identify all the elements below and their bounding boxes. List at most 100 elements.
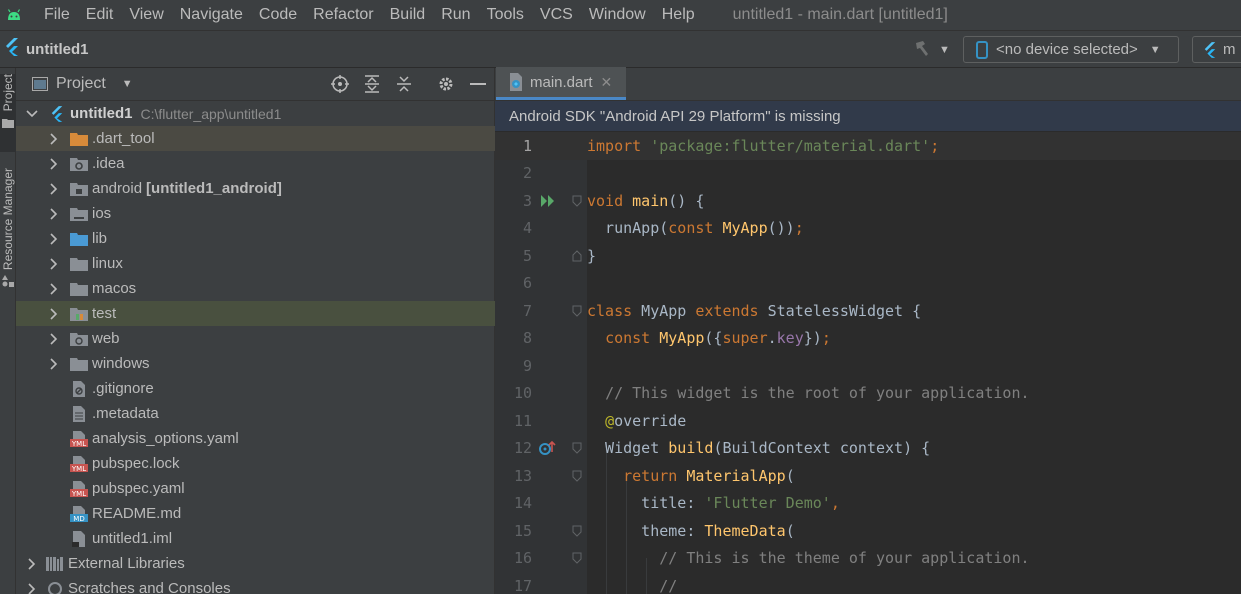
tree-item-metadata[interactable]: .metadata [16,401,495,426]
chevron-right-icon[interactable] [46,356,62,372]
code-line: 8 const MyApp({super.key}); [495,325,1241,353]
menu-code[interactable]: Code [259,6,297,24]
yaml-file-icon: YML [70,430,88,447]
device-select[interactable]: <no device selected> ▼ [963,36,1179,63]
chevron-down-icon[interactable] [24,106,40,122]
chevron-right-icon[interactable] [46,306,62,322]
line-number: 13 [513,466,532,485]
menu-tools[interactable]: Tools [487,6,524,24]
code-area[interactable]: 1 import 'package:flutter/material.dart'… [495,132,1241,594]
collapse-all-icon[interactable] [394,74,414,94]
menu-run[interactable]: Run [441,6,470,24]
tab-label: main.dart [530,73,593,91]
target-icon[interactable] [330,74,350,94]
code-line: 14 title: 'Flutter Demo', [495,490,1241,518]
code-text: theme: ThemeData( [587,521,795,540]
folder-web-icon [70,331,88,347]
tree-item-label: web [92,330,120,347]
menu-file[interactable]: File [44,6,70,24]
close-icon[interactable]: ✕ [601,74,613,91]
tab-project[interactable]: Project [0,74,16,152]
tree-root[interactable]: untitled1 C:\flutter_app\untitled1 [16,101,495,126]
tree-item-iml[interactable]: untitled1.iml [16,526,495,551]
fold-marker-icon[interactable] [571,469,583,483]
tree-item-linux[interactable]: linux [16,251,495,276]
chevron-right-icon[interactable] [46,231,62,247]
menu-window[interactable]: Window [589,6,646,24]
chevron-right-icon[interactable] [46,206,62,222]
scratches-icon [46,581,64,594]
tree-item-test[interactable]: test [16,301,495,326]
folder-icon [70,281,88,297]
tree-item-label: .dart_tool [92,130,155,147]
folder-test-icon [70,306,88,322]
menu-vcs[interactable]: VCS [540,6,573,24]
tree-item-idea[interactable]: .idea [16,151,495,176]
tree-item-ios[interactable]: ios [16,201,495,226]
menu-bar: File Edit View Navigate Code Refactor Bu… [0,0,1241,30]
tree-item-pubspec-yaml[interactable]: YML pubspec.yaml [16,476,495,501]
android-icon [0,0,28,30]
chevron-right-icon[interactable] [24,556,40,572]
tree-item-macos[interactable]: macos [16,276,495,301]
tree-item-readme[interactable]: MD README.md [16,501,495,526]
chevron-down-icon[interactable]: ▼ [122,78,133,90]
fold-marker-icon[interactable] [571,249,583,263]
line-number: 17 [513,576,532,594]
chevron-right-icon[interactable] [46,181,62,197]
tab-resource-manager[interactable]: Resource Manager [0,168,16,291]
tree-item-external-libraries[interactable]: External Libraries [16,551,495,576]
chevron-right-icon[interactable] [46,156,62,172]
fold-marker-icon[interactable] [571,524,583,538]
breadcrumb-project[interactable]: untitled1 [4,38,89,60]
tree-item-label: .metadata [92,405,159,422]
menu-build[interactable]: Build [390,6,426,24]
tree-item-android[interactable]: android [untitled1_android] [16,176,495,201]
minimize-icon[interactable] [468,74,488,94]
tree-item-analysis-options[interactable]: YML analysis_options.yaml [16,426,495,451]
project-view-icon [32,77,48,91]
tab-main-dart[interactable]: main.dart ✕ [496,67,626,100]
tree-item-pubspec-lock[interactable]: YML pubspec.lock [16,451,495,476]
tree-item-web[interactable]: web [16,326,495,351]
menu-edit[interactable]: Edit [86,6,114,24]
yaml-file-icon: YML [70,480,88,497]
chevron-right-icon[interactable] [46,131,62,147]
chevron-right-icon[interactable] [46,281,62,297]
run-icon[interactable] [539,192,557,210]
tree-item-dart-tool[interactable]: .dart_tool [16,126,495,151]
menu-refactor[interactable]: Refactor [313,6,373,24]
folder-icon [70,356,88,372]
override-icon[interactable] [539,439,557,457]
tree-item-lib[interactable]: lib [16,226,495,251]
chevron-right-icon[interactable] [46,331,62,347]
flutter-icon [4,38,20,60]
flutter-icon [48,105,66,122]
tree-item-label: pubspec.yaml [92,480,185,497]
menu-help[interactable]: Help [662,6,695,24]
fold-marker-icon[interactable] [571,194,583,208]
line-number: 12 [513,439,532,458]
fold-marker-icon[interactable] [571,304,583,318]
tree-item-label: ios [92,205,112,222]
folder-icon [70,256,88,272]
gear-icon[interactable] [436,74,456,94]
tree-item-gitignore[interactable]: .gitignore [16,376,495,401]
tree-root-path: C:\flutter_app\untitled1 [140,105,282,122]
fold-marker-icon[interactable] [571,551,583,565]
chevron-right-icon[interactable] [46,256,62,272]
shapes-icon [2,274,14,291]
fold-marker-icon[interactable] [571,441,583,455]
expand-all-icon[interactable] [362,74,382,94]
build-button[interactable]: ▼ [913,40,953,60]
tree-item-label: .idea [92,155,125,172]
tree-item-windows[interactable]: windows [16,351,495,376]
chevron-right-icon[interactable] [24,581,40,594]
run-config-select[interactable]: m [1192,36,1241,63]
menu-navigate[interactable]: Navigate [180,6,243,24]
code-line: 11 @override [495,407,1241,435]
project-panel-title[interactable]: Project [56,75,106,93]
menu-view[interactable]: View [129,6,163,24]
tree-item-scratches[interactable]: Scratches and Consoles [16,576,495,594]
navigation-bar: untitled1 ▼ <no device selected> ▼ m [0,30,1241,68]
